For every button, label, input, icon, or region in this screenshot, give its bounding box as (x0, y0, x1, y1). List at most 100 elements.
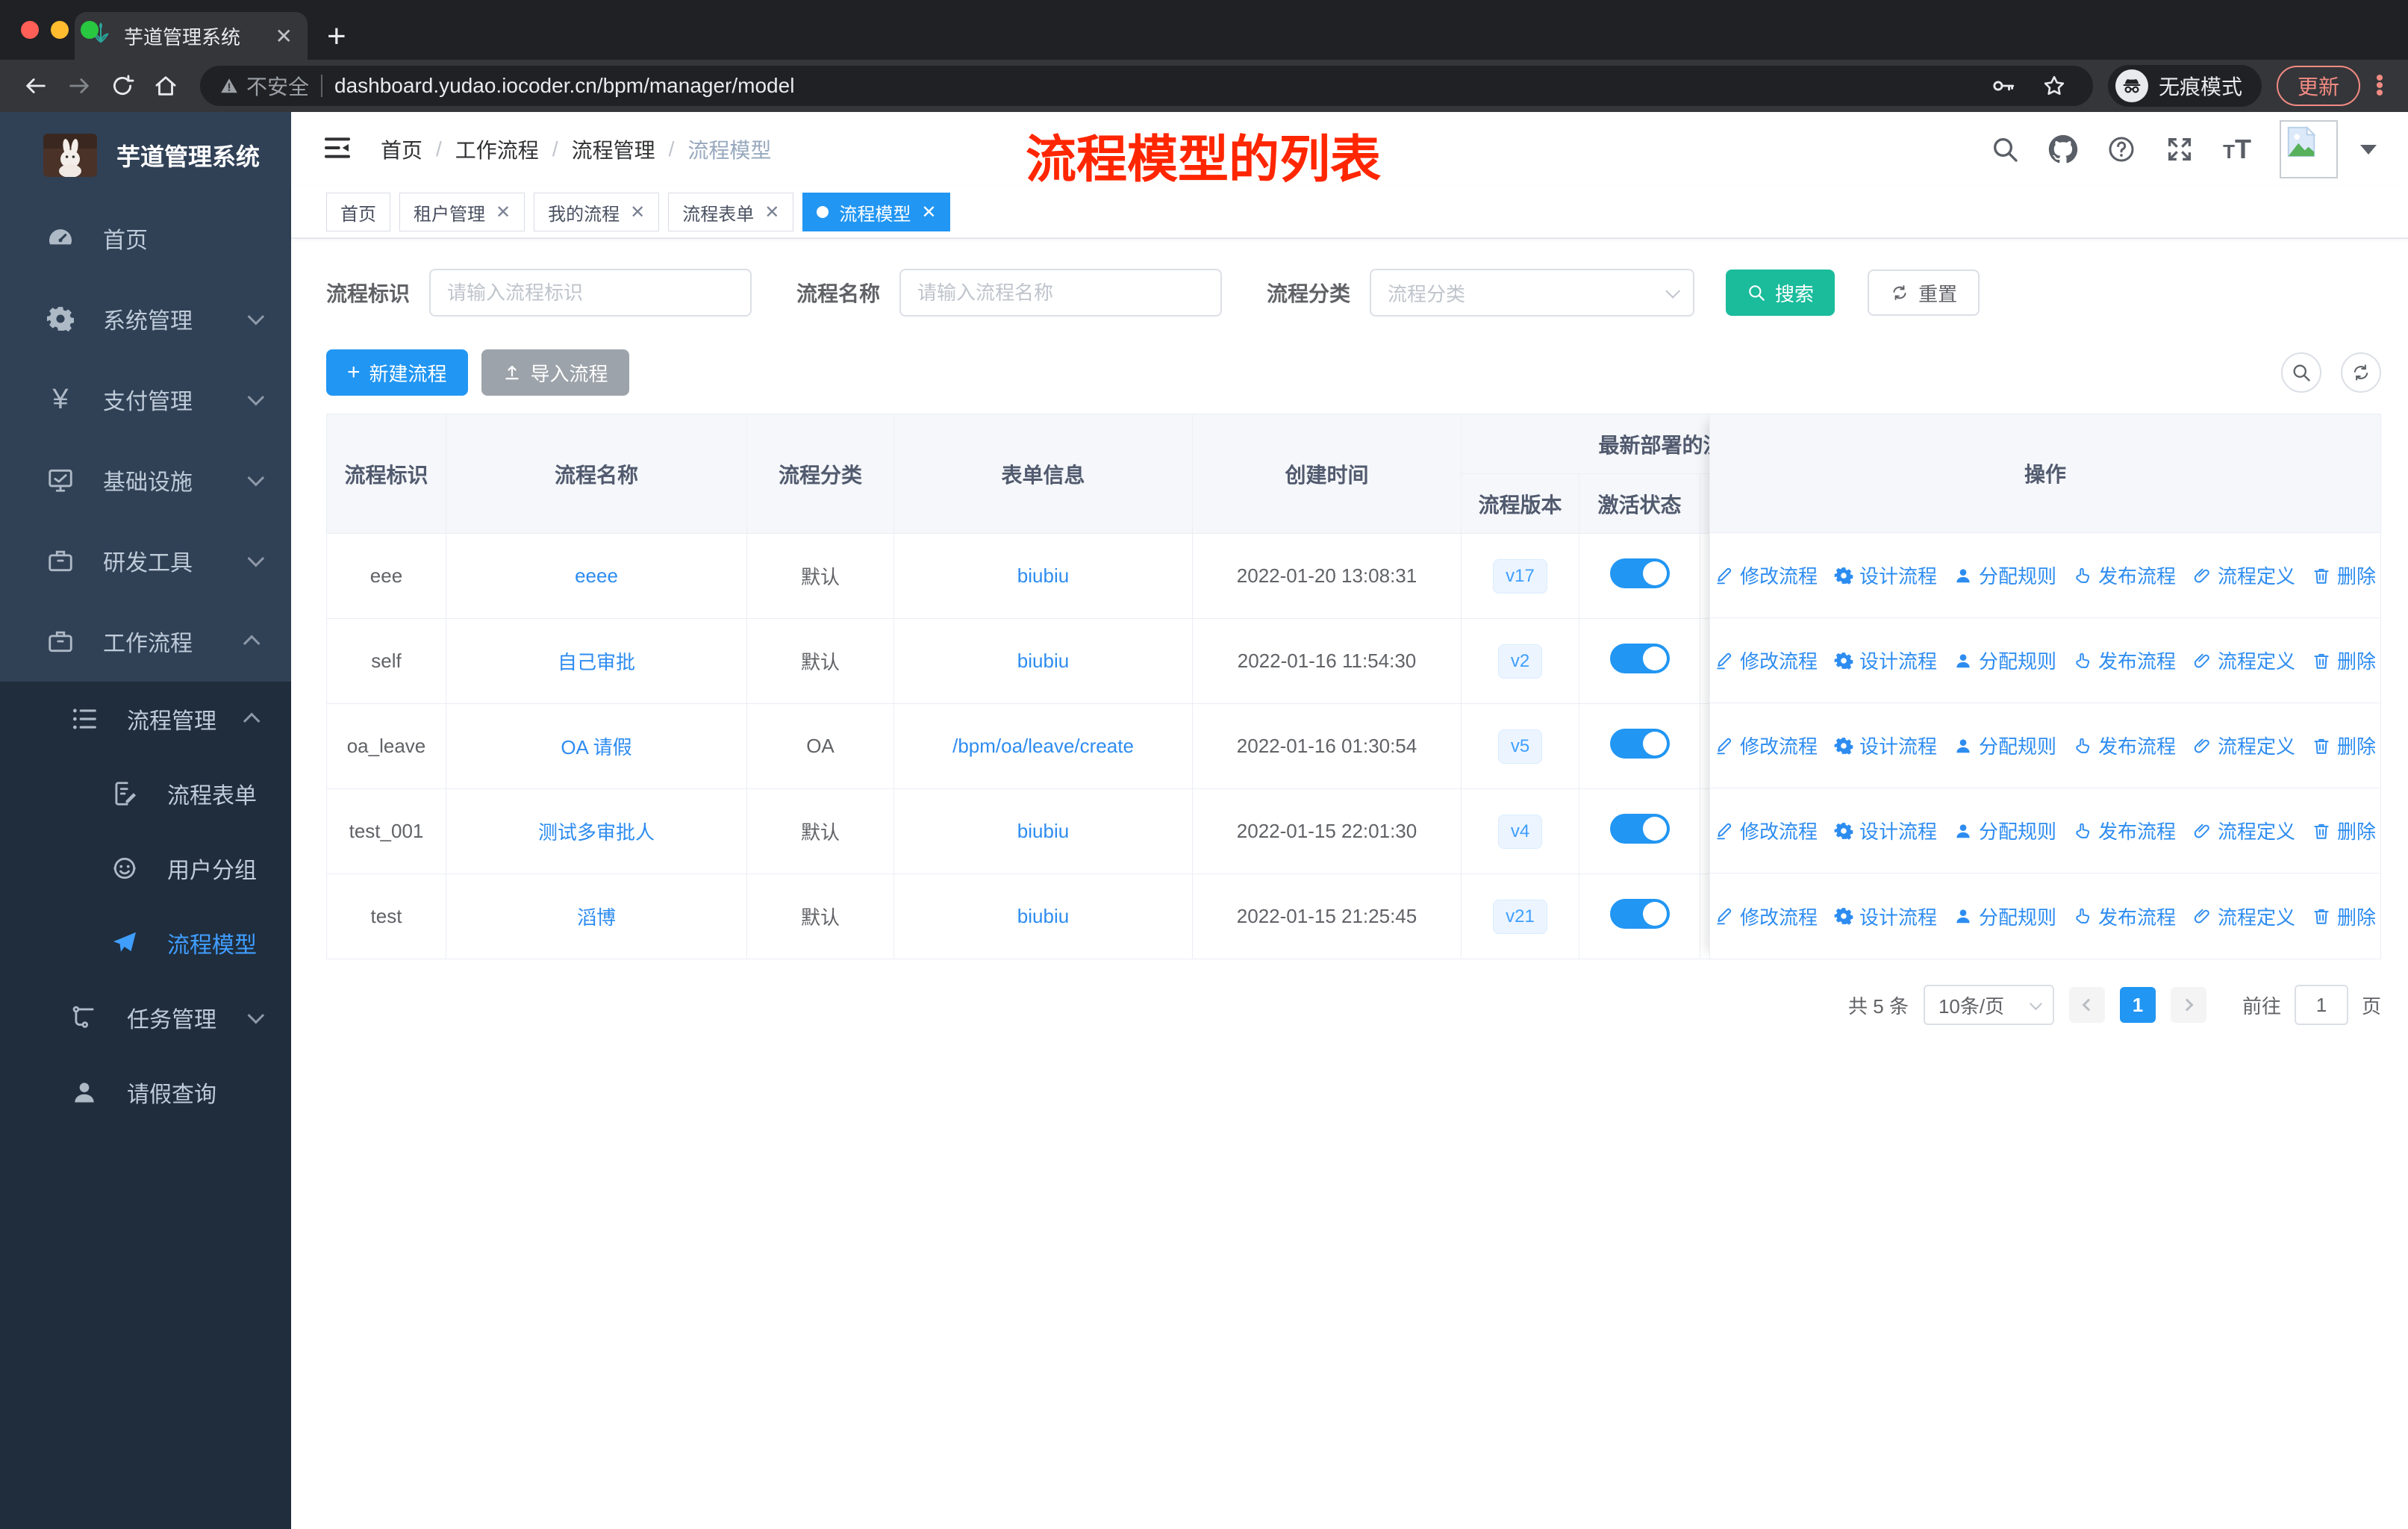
model-name-link[interactable]: 测试多审批人 (538, 821, 655, 844)
design-process-link[interactable]: 设计流程 (1834, 647, 1937, 674)
form-info-link[interactable]: /bpm/oa/leave/create (952, 735, 1134, 757)
sidebar-item-process-manage[interactable]: 流程管理 (0, 682, 291, 756)
publish-process-link[interactable]: 发布流程 (2073, 647, 2176, 674)
version-badge[interactable]: v2 (1497, 644, 1543, 679)
search-icon[interactable] (1990, 134, 2020, 164)
process-definition-link[interactable]: 流程定义 (2192, 817, 2295, 844)
forward-icon[interactable] (60, 66, 99, 105)
sidebar-item-leave-query[interactable]: 请假查询 (0, 1055, 291, 1130)
security-warning[interactable]: 不安全 (219, 71, 309, 101)
new-tab-button[interactable]: + (327, 18, 346, 55)
browser-update-button[interactable]: 更新 (2276, 66, 2360, 106)
form-info-link[interactable]: biubiu (1017, 650, 1069, 672)
process-definition-link[interactable]: 流程定义 (2192, 647, 2295, 674)
browser-menu-icon[interactable]: • • • (2372, 67, 2387, 105)
design-process-link[interactable]: 设计流程 (1834, 561, 1937, 589)
goto-page-input[interactable] (2294, 985, 2348, 1025)
search-button[interactable]: 搜索 (1726, 270, 1835, 316)
create-process-button[interactable]: + 新建流程 (326, 349, 468, 396)
assign-rule-link[interactable]: 分配规则 (1953, 732, 2056, 759)
assign-rule-link[interactable]: 分配规则 (1953, 817, 2056, 844)
close-icon[interactable]: ✕ (921, 202, 936, 223)
fullscreen-icon[interactable] (2165, 134, 2195, 164)
font-size-icon[interactable]: TT (2223, 134, 2251, 165)
modify-process-link[interactable]: 修改流程 (1715, 903, 1818, 930)
import-process-button[interactable]: 导入流程 (481, 349, 629, 396)
sidebar-item-devtools[interactable]: 研发工具 (0, 520, 291, 601)
process-name-input[interactable] (899, 269, 1223, 317)
browser-tab[interactable]: 芋道管理系统 ✕ (75, 12, 308, 60)
breadcrumb-workflow[interactable]: 工作流程 (455, 134, 539, 164)
version-badge[interactable]: v4 (1497, 814, 1543, 849)
back-icon[interactable] (16, 66, 55, 105)
tag-my-process[interactable]: 我的流程 ✕ (534, 193, 660, 231)
active-toggle[interactable] (1609, 814, 1670, 844)
process-definition-link[interactable]: 流程定义 (2192, 903, 2295, 930)
active-toggle[interactable] (1609, 899, 1670, 929)
close-icon[interactable]: ✕ (496, 202, 511, 223)
tab-close-icon[interactable]: ✕ (275, 24, 293, 49)
active-toggle[interactable] (1609, 729, 1670, 759)
tag-process-model[interactable]: 流程模型 ✕ (802, 193, 951, 231)
publish-process-link[interactable]: 发布流程 (2073, 817, 2176, 844)
home-icon[interactable] (146, 66, 185, 105)
form-info-link[interactable]: biubiu (1017, 820, 1069, 842)
process-key-input[interactable] (429, 269, 752, 317)
publish-process-link[interactable]: 发布流程 (2073, 903, 2176, 930)
modify-process-link[interactable]: 修改流程 (1715, 817, 1818, 844)
modify-process-link[interactable]: 修改流程 (1715, 647, 1818, 674)
avatar[interactable] (2280, 120, 2338, 178)
close-window-button[interactable] (21, 21, 39, 39)
category-select[interactable]: 流程分类 (1370, 269, 1695, 317)
zoom-window-button[interactable] (81, 21, 99, 39)
reload-icon[interactable] (103, 66, 142, 105)
close-icon[interactable]: ✕ (630, 202, 645, 223)
sidebar-item-workflow[interactable]: 工作流程 (0, 601, 291, 682)
bookmark-star-icon[interactable] (2035, 66, 2074, 105)
tag-process-form[interactable]: 流程表单 ✕ (668, 193, 794, 231)
key-icon[interactable] (1984, 66, 2023, 105)
next-page-button[interactable] (2170, 987, 2206, 1023)
publish-process-link[interactable]: 发布流程 (2073, 732, 2176, 759)
sidebar-item-system[interactable]: 系统管理 (0, 278, 291, 359)
show-search-button[interactable] (2281, 352, 2321, 393)
version-badge[interactable]: v21 (1493, 899, 1547, 934)
url-bar[interactable]: 不安全 dashboard.yudao.iocoder.cn/bpm/manag… (200, 66, 2093, 106)
github-icon[interactable] (2048, 134, 2078, 164)
sidebar-item-user-group[interactable]: 用户分组 (0, 831, 291, 906)
form-info-link[interactable]: biubiu (1017, 564, 1069, 587)
delete-link[interactable]: 删除 (2312, 647, 2376, 674)
page-number-button[interactable]: 1 (2119, 987, 2156, 1023)
help-icon[interactable] (2106, 134, 2136, 164)
sidebar-item-process-form[interactable]: 流程表单 (0, 756, 291, 831)
sidebar-item-payment[interactable]: ¥ 支付管理 (0, 359, 291, 440)
delete-link[interactable]: 删除 (2312, 903, 2376, 930)
sidebar-item-infra[interactable]: 基础设施 (0, 440, 291, 520)
prev-page-button[interactable] (2068, 987, 2105, 1023)
process-definition-link[interactable]: 流程定义 (2192, 561, 2295, 589)
minimize-window-button[interactable] (51, 21, 69, 39)
model-name-link[interactable]: 自己审批 (558, 651, 635, 673)
sidebar-item-home[interactable]: 首页 (0, 198, 291, 278)
modify-process-link[interactable]: 修改流程 (1715, 732, 1818, 759)
tag-home[interactable]: 首页 (326, 193, 390, 231)
model-name-link[interactable]: OA 请假 (561, 736, 631, 759)
design-process-link[interactable]: 设计流程 (1834, 903, 1937, 930)
design-process-link[interactable]: 设计流程 (1834, 732, 1937, 759)
page-size-select[interactable]: 10条/页 (1923, 985, 2054, 1025)
delete-link[interactable]: 删除 (2312, 817, 2376, 844)
breadcrumb-process-manage[interactable]: 流程管理 (572, 134, 655, 164)
active-toggle[interactable] (1609, 644, 1670, 673)
refresh-table-button[interactable] (2341, 352, 2381, 393)
delete-link[interactable]: 删除 (2312, 732, 2376, 759)
sidebar-toggle-icon[interactable] (322, 133, 355, 166)
assign-rule-link[interactable]: 分配规则 (1953, 647, 2056, 674)
avatar-dropdown-icon[interactable] (2360, 144, 2377, 155)
process-definition-link[interactable]: 流程定义 (2192, 732, 2295, 759)
publish-process-link[interactable]: 发布流程 (2073, 561, 2176, 589)
assign-rule-link[interactable]: 分配规则 (1953, 903, 2056, 930)
model-name-link[interactable]: eeee (575, 564, 618, 587)
window-controls[interactable] (21, 21, 99, 39)
modify-process-link[interactable]: 修改流程 (1715, 561, 1818, 589)
design-process-link[interactable]: 设计流程 (1834, 817, 1937, 844)
